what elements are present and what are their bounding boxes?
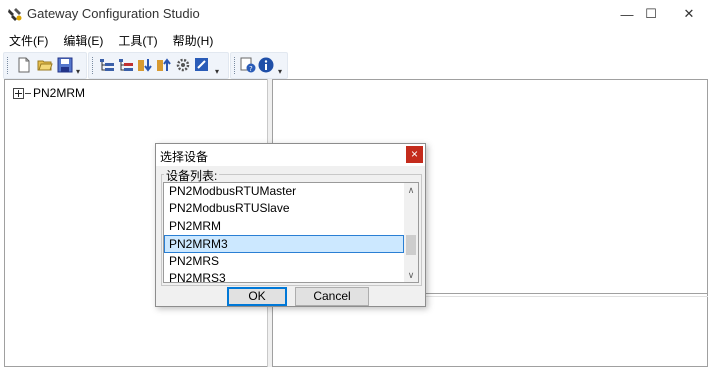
toolbar-dropdown-icon[interactable]: ▾ — [278, 67, 282, 76]
tree-add-icon[interactable] — [99, 57, 115, 73]
dialog-title: 选择设备 — [160, 150, 209, 164]
save-icon[interactable] — [57, 57, 73, 73]
toolbar-grip[interactable] — [234, 57, 238, 74]
menu-help[interactable]: 帮助(H) — [164, 30, 220, 50]
open-folder-icon[interactable] — [37, 57, 53, 73]
toolbar-grip[interactable] — [7, 57, 11, 74]
toolbar-group-config: ▾ — [88, 52, 229, 79]
help-context-icon[interactable]: ? — [240, 57, 256, 73]
list-item-selected[interactable]: PN2MRM3 — [164, 235, 404, 253]
tree-node-pn2mrm[interactable]: PN2MRM — [13, 86, 85, 100]
toolbar-group-help: ? ▾ — [230, 52, 288, 79]
close-icon: × — [410, 147, 418, 161]
svg-text:?: ? — [249, 65, 253, 73]
toolbar-dropdown-icon[interactable]: ▾ — [215, 67, 219, 76]
gateway-app-icon — [8, 8, 22, 21]
list-item[interactable]: PN2ModbusRTUMaster — [164, 183, 405, 200]
menu-tools[interactable]: 工具(T) — [109, 30, 163, 50]
settings-gear-icon[interactable] — [175, 57, 191, 73]
tree-remove-icon[interactable] — [118, 57, 134, 73]
list-item[interactable]: PN2MRS3 — [164, 270, 405, 282]
edit-icon[interactable] — [194, 57, 210, 73]
menu-bar: 文件(F) 编辑(E) 工具(T) 帮助(H) — [0, 30, 710, 50]
expand-icon[interactable] — [13, 87, 24, 99]
toolbar-dropdown-icon[interactable]: ▾ — [76, 67, 80, 76]
window-title: Gateway Configuration Studio — [27, 6, 200, 21]
tree-connector — [25, 92, 31, 94]
select-device-dialog: 选择设备 × 设备列表: PN2ModbusRTUMaster PN2Modbu… — [155, 143, 426, 307]
upload-icon[interactable] — [156, 57, 172, 73]
close-icon: ✕ — [683, 6, 695, 21]
device-listbox[interactable]: PN2ModbusRTUMaster PN2ModbusRTUSlave PN2… — [163, 182, 419, 283]
new-file-icon[interactable] — [16, 57, 32, 73]
info-icon[interactable] — [258, 57, 274, 73]
ok-button[interactable]: OK — [227, 287, 287, 306]
cancel-button[interactable]: Cancel — [295, 287, 369, 306]
menu-file[interactable]: 文件(F) — [0, 30, 54, 50]
dialog-title-bar: 选择设备 × — [156, 144, 425, 166]
download-icon[interactable] — [137, 57, 153, 73]
menu-edit[interactable]: 编辑(E) — [54, 30, 109, 50]
maximize-icon: ☐ — [645, 6, 657, 21]
list-item[interactable]: PN2ModbusRTUSlave — [164, 200, 405, 217]
scroll-up-icon[interactable]: ∧ — [404, 183, 418, 197]
list-scrollbar[interactable]: ∧ ∨ — [404, 183, 418, 282]
toolbar-group-file: ▾ — [3, 52, 87, 79]
tree-node-label: PN2MRM — [33, 86, 86, 100]
toolbar-grip[interactable] — [92, 57, 96, 74]
list-item[interactable]: PN2MRS — [164, 253, 405, 270]
list-item[interactable]: PN2MRM — [164, 218, 405, 235]
dialog-close-button[interactable]: × — [406, 146, 423, 163]
scroll-thumb[interactable] — [406, 235, 416, 255]
scroll-down-icon[interactable]: ∨ — [404, 268, 418, 282]
title-bar: Gateway Configuration Studio — ☐ ✕ — [0, 0, 710, 28]
close-window-button[interactable]: ✕ — [666, 0, 710, 28]
toolbar: ▾ ▾ ? ▾ — [0, 52, 710, 79]
